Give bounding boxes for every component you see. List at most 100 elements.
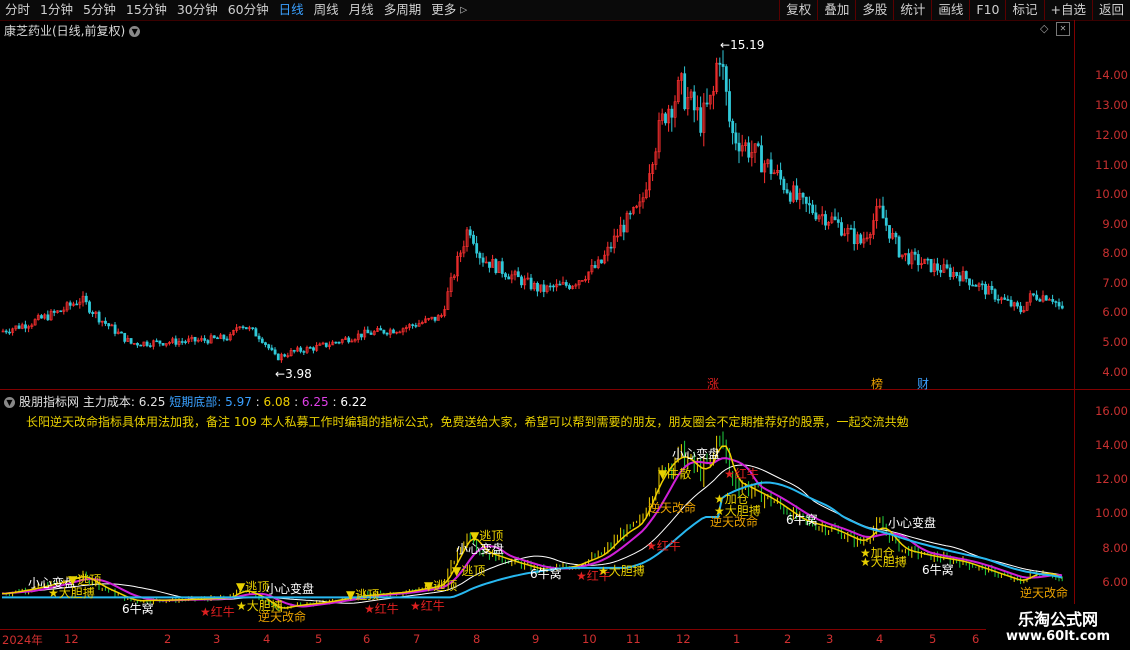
y-tick: 10.00 xyxy=(1095,187,1128,201)
tab-30min[interactable]: 30分钟 xyxy=(172,0,223,20)
restore-rights-button[interactable]: 复权 xyxy=(779,0,817,20)
candle-body xyxy=(107,323,111,327)
tab-1min[interactable]: 1分钟 xyxy=(35,0,78,20)
candle-body xyxy=(705,102,709,105)
indicator-menu-icon[interactable]: ▼ xyxy=(4,397,15,408)
draw-line-button[interactable]: 画线 xyxy=(931,0,969,20)
candle-body xyxy=(974,284,978,287)
y-tick: 9.00 xyxy=(1102,217,1128,231)
signal-fate: 逆天改命 xyxy=(710,515,759,529)
candle-body xyxy=(180,341,184,343)
candle-body xyxy=(212,335,216,339)
kline-chart[interactable] xyxy=(0,20,1074,630)
price-axis-divider xyxy=(1074,20,1075,630)
tab-monthly[interactable]: 月线 xyxy=(344,0,379,20)
signal-bold: ★大胆搏 xyxy=(598,564,645,578)
overlay-button[interactable]: 叠加 xyxy=(817,0,855,20)
signal-red-bull: ★红牛 xyxy=(364,602,399,616)
x-label: 3 xyxy=(213,632,221,646)
tab-15min[interactable]: 15分钟 xyxy=(121,0,172,20)
y-tick: 10.00 xyxy=(1095,506,1128,520)
tab-intraday[interactable]: 分时 xyxy=(0,0,35,20)
candle-body xyxy=(980,283,984,286)
candle-body xyxy=(724,66,728,92)
candle-body xyxy=(849,228,853,230)
candle-body xyxy=(414,325,418,327)
candle-body xyxy=(824,214,827,226)
candle-body xyxy=(916,254,920,266)
candle-body xyxy=(548,285,552,288)
statistics-button[interactable]: 统计 xyxy=(893,0,931,20)
multi-stock-button[interactable]: 多股 xyxy=(855,0,893,20)
candle-body xyxy=(1060,305,1064,309)
candle-body xyxy=(299,347,303,352)
candle-body xyxy=(1038,299,1042,302)
indicator-name[interactable]: 股朋指标网 xyxy=(19,395,79,409)
tab-5min[interactable]: 5分钟 xyxy=(78,0,121,20)
tab-multi-period[interactable]: 多周期 xyxy=(379,0,427,20)
candle-body xyxy=(948,267,952,277)
signal-escape: ▼逃顶 xyxy=(236,580,270,594)
candle-body xyxy=(68,302,72,306)
signal-escape: ▼逃顶 xyxy=(452,564,486,578)
x-label: 6 xyxy=(972,632,980,646)
short-bottom-label: 短期底部: xyxy=(169,395,222,409)
candle-body xyxy=(520,276,523,286)
site-watermark: 乐淘公式网 www.60lt.com xyxy=(986,604,1130,650)
candle-body xyxy=(334,341,338,344)
event-ranking[interactable]: 榜 xyxy=(871,375,883,392)
tab-weekly[interactable]: 周线 xyxy=(309,0,344,20)
candle-body xyxy=(148,345,152,347)
candle-body xyxy=(225,338,229,341)
candle-body xyxy=(1009,299,1013,307)
signal-fate: 逆天改命 xyxy=(1020,586,1069,600)
candle-body xyxy=(507,276,511,280)
candle-body xyxy=(203,338,207,341)
candle-body xyxy=(1006,299,1010,301)
candle-body xyxy=(75,303,79,306)
candle-body xyxy=(385,332,389,335)
candle-body xyxy=(747,142,751,158)
candle-body xyxy=(593,265,597,268)
candle-body xyxy=(59,310,63,313)
tab-60min[interactable]: 60分钟 xyxy=(223,0,274,20)
candle-body xyxy=(120,331,123,334)
mark-button[interactable]: 标记 xyxy=(1005,0,1043,20)
candle-body xyxy=(478,252,482,259)
candle-body xyxy=(216,337,219,340)
y-tick: 12.00 xyxy=(1095,472,1128,486)
signal-bold: ★大胆搏 xyxy=(860,555,907,569)
f10-button[interactable]: F10 xyxy=(969,0,1005,20)
tab-daily[interactable]: 日线 xyxy=(274,0,309,20)
candle-body xyxy=(270,347,274,351)
event-limit-up[interactable]: 涨 xyxy=(707,375,719,392)
x-label: 9 xyxy=(532,632,540,646)
signal-fate: 逆天改命 xyxy=(258,610,307,624)
candle-body xyxy=(881,205,885,219)
x-label: 6 xyxy=(363,632,371,646)
candle-body xyxy=(958,275,962,282)
candle-body xyxy=(945,264,949,269)
candle-body xyxy=(283,354,287,357)
x-label: 4 xyxy=(263,632,271,646)
candle-body xyxy=(516,271,520,278)
candle-body xyxy=(347,337,351,343)
candle-body xyxy=(628,212,632,215)
back-button[interactable]: 返回 xyxy=(1091,0,1130,20)
event-financial[interactable]: 财 xyxy=(917,375,929,392)
candle-body xyxy=(139,344,143,347)
watermark-title: 乐淘公式网 xyxy=(1017,610,1098,629)
function-buttons: 复权 叠加 多股 统计 画线 F10 标记 +自选 返回 xyxy=(779,0,1130,20)
y-tick: 11.00 xyxy=(1095,158,1128,172)
candle-body xyxy=(699,107,703,133)
candle-body xyxy=(734,132,738,144)
candle-body xyxy=(488,261,491,268)
candle-body xyxy=(276,353,280,361)
add-watchlist-button[interactable]: +自选 xyxy=(1043,0,1092,20)
tab-more[interactable]: 更多 ▷ xyxy=(426,0,472,20)
signal-nest: 6牛窝 xyxy=(922,563,954,577)
candle-body xyxy=(1019,305,1023,313)
candle-body xyxy=(664,113,667,124)
candle-body xyxy=(312,347,315,351)
short-bottom-value-3: 6.25 xyxy=(301,395,329,409)
